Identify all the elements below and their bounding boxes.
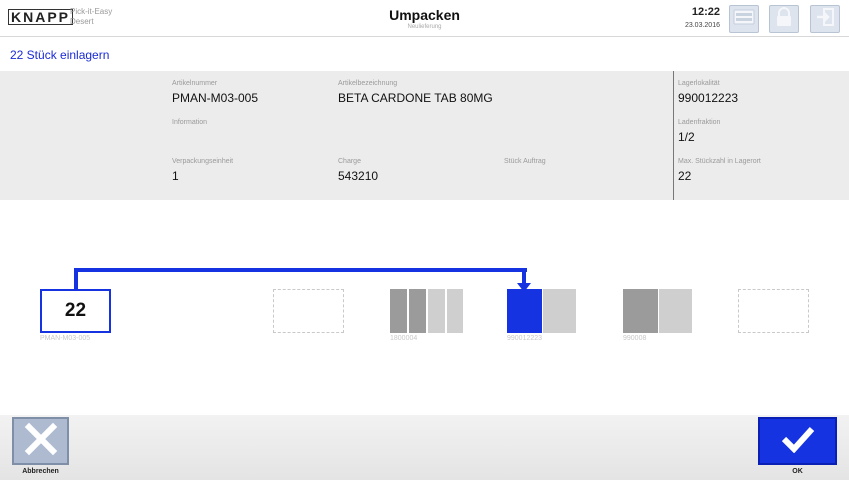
article-name-field: Artikelbezeichnung BETA CARDONE TAB 80MG [338, 79, 493, 105]
article-info-panel: Artikelnummer PMAN-M03-005 Artikelbezeic… [0, 71, 849, 200]
lock-icon [775, 6, 793, 32]
pieces-order-label: Stück Auftrag [504, 158, 546, 165]
compartment-value: 1/2 [678, 130, 695, 144]
tray-1-compartment-1[interactable] [390, 289, 407, 333]
header-bar: KNAPP Pick-it-Easy Desert Umpacken Neuli… [0, 0, 849, 37]
article-number-value: PMAN-M03-005 [172, 91, 259, 105]
logout-button[interactable] [810, 5, 840, 33]
page-subtitle: Neulieferung [407, 24, 442, 30]
storage-tray-1[interactable] [390, 289, 463, 333]
max-pieces-label: Max. Stückzahl in Lagerort [678, 158, 761, 165]
checkmark-icon [780, 425, 816, 458]
logout-icon [815, 7, 835, 32]
target-location-label: 990012223 [507, 335, 543, 342]
article-number-label: Artikelnummer [172, 80, 218, 87]
tray-1-compartment-3[interactable] [428, 289, 445, 333]
instruction-bar: 22 Stück einlagern [0, 37, 849, 71]
compartment-label: Ladenfraktion [678, 119, 721, 126]
storage-location-value: 990012223 [678, 91, 739, 105]
information-field: Information [172, 118, 207, 130]
max-pieces-field: Max. Stückzahl in Lagerort 22 [678, 157, 761, 183]
packaging-unit-field: Verpackungseinheit 1 [172, 157, 233, 183]
info-divider [673, 71, 674, 200]
tray-1-location-label: 1800004 [390, 335, 418, 342]
compartment-field: Ladenfraktion 1/2 [678, 118, 720, 144]
target-compartment-selected[interactable] [507, 289, 542, 333]
source-location-label: PMAN-M03-005 [40, 335, 91, 342]
batch-label: Charge [338, 158, 361, 165]
storage-tray-3[interactable] [623, 289, 692, 333]
tray-1-compartment-4[interactable] [447, 289, 463, 333]
ok-button[interactable] [758, 417, 837, 465]
mobile-device-button[interactable] [729, 5, 759, 33]
footer-bar [0, 415, 849, 480]
close-icon [24, 422, 58, 461]
lock-button[interactable] [769, 5, 799, 33]
packaging-unit-label: Verpackungseinheit [172, 158, 234, 165]
empty-location-slot[interactable] [273, 289, 344, 333]
pieces-order-field: Stück Auftrag [504, 157, 546, 169]
instruction-text: 22 Stück einlagern [10, 48, 110, 62]
tray-3-compartment-1[interactable] [623, 289, 658, 333]
ok-button-label: OK [792, 468, 803, 475]
article-number-field: Artikelnummer PMAN-M03-005 [172, 79, 258, 105]
clock-date: 23.03.2016 [684, 22, 720, 29]
max-pieces-value: 22 [678, 169, 692, 183]
packaging-unit-value: 1 [172, 169, 179, 183]
storage-location-label: Lagerlokalität [678, 80, 720, 87]
tray-1-compartment-2[interactable] [409, 289, 426, 333]
storage-tray-target[interactable] [507, 289, 576, 333]
storage-location-field: Lagerlokalität 990012223 [678, 79, 738, 105]
target-compartment-2[interactable] [543, 289, 576, 333]
transfer-arrow-top-segment [74, 268, 527, 272]
page-title: Umpacken [389, 7, 460, 23]
clock-time: 12:22 [691, 6, 720, 18]
mobile-device-icon [733, 9, 755, 30]
source-quantity-box[interactable]: 22 [40, 289, 111, 333]
transfer-arrow-right-segment [522, 268, 526, 284]
batch-field: Charge 543210 [338, 157, 378, 183]
empty-location-slot-right[interactable] [738, 289, 809, 333]
article-name-value: BETA CARDONE TAB 80MG [338, 91, 493, 105]
article-name-label: Artikelbezeichnung [338, 80, 398, 87]
information-label: Information [172, 119, 208, 126]
cancel-button[interactable] [12, 417, 69, 465]
tray-3-location-label: 990008 [623, 335, 647, 342]
cancel-button-label: Abbrechen [22, 468, 59, 475]
batch-value: 543210 [338, 169, 379, 183]
tray-3-compartment-2[interactable] [659, 289, 692, 333]
